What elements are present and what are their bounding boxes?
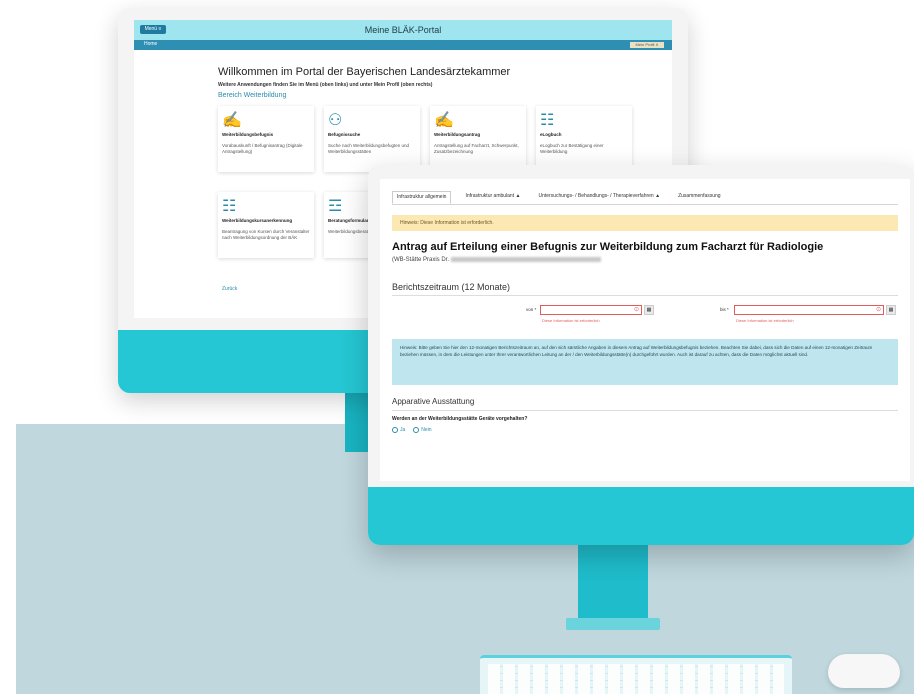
error-icon: ⊙	[875, 307, 881, 313]
welcome-heading: Willkommen im Portal der Bayerischen Lan…	[218, 66, 511, 78]
radio-label: Nein	[421, 427, 432, 433]
form-title: Antrag auf Erteilung einer Befugnis zur …	[392, 241, 824, 253]
warning-icon: ▲	[515, 193, 521, 199]
front-monitor: Infrastruktur allgemein Infrastruktur am…	[368, 165, 914, 545]
tab-infrastruktur-ambulant[interactable]: Infrastruktur ambulant ▲	[461, 191, 524, 204]
tile-title: eLogbuch	[540, 132, 562, 137]
tab-label: Untersuchungs- / Behandlungs- / Therapie…	[538, 193, 654, 199]
tile-desc: eLogbuch zur Bestätigung einer Weiterbil…	[540, 143, 604, 155]
checklist-icon: ☷	[540, 112, 555, 129]
tile-desc: Suche nach Weiterbildungsbefugten und We…	[328, 143, 409, 155]
front-monitor-chin	[368, 487, 914, 545]
people-icon: ⚇	[328, 112, 343, 129]
front-monitor-foot	[566, 618, 660, 630]
period-hint-box: Hinweis: Bitte geben Sie hier den 12-mon…	[392, 339, 898, 385]
tab-zusammenfassung[interactable]: Zusammenfassung	[674, 191, 725, 204]
tile-title: Weiterbildungskursanerkennung	[222, 218, 293, 223]
tile-weiterbildungsbefugnis[interactable]: ✍ Weiterbildungsbefugnis Vorabauskunft /…	[218, 106, 314, 172]
von-label: von *	[526, 307, 537, 312]
radio-yes[interactable]: Ja	[392, 427, 405, 433]
required-hint-banner: Hinweis: Diese Information ist erforderl…	[392, 215, 898, 231]
radio-circle[interactable]	[413, 427, 420, 433]
area-title: Bereich Weiterbildung	[218, 92, 287, 99]
tab-label: Infrastruktur allgemein	[397, 194, 447, 200]
scene: Menü ≡ Meine BLÄK-Portal Home Mein Profi…	[0, 0, 914, 694]
front-screen: Infrastruktur allgemein Infrastruktur am…	[380, 179, 910, 481]
keyboard-keys	[488, 664, 784, 694]
nav-home-link[interactable]: Home	[144, 41, 157, 47]
back-link[interactable]: Zurück	[222, 286, 237, 292]
hint-text: Weitere Anwendungen finden Sie im Menü (…	[218, 82, 433, 88]
calendar-icon[interactable]: ▦	[644, 305, 654, 315]
error-icon: ⊙	[633, 307, 639, 313]
equipment-radio-group: Ja Nein	[392, 427, 432, 433]
front-monitor-stand	[578, 545, 648, 625]
divider	[392, 295, 898, 296]
tile-title: Weiterbildungsbefugnis	[222, 132, 274, 137]
tab-untersuchungen[interactable]: Untersuchungs- / Behandlungs- / Therapie…	[534, 191, 664, 204]
bis-label: bis *	[720, 307, 729, 312]
signature-icon: ✍	[222, 112, 242, 129]
warning-icon: ▲	[655, 193, 661, 199]
form-tabs: Infrastruktur allgemein Infrastruktur am…	[392, 191, 898, 205]
mouse	[828, 654, 900, 688]
radio-circle[interactable]	[392, 427, 398, 433]
tile-desc: Vorabauskunft / Befugnisantrag (Digitale…	[222, 143, 303, 155]
tile-kursanerkennung[interactable]: ☷ Weiterbildungskursanerkennung Beantrag…	[218, 192, 314, 258]
radio-no[interactable]: Nein	[413, 427, 432, 433]
tile-title: Befugnissuche	[328, 132, 361, 137]
tile-desc: Beantragung von Kursen durch Veranstalte…	[222, 229, 310, 241]
signature-icon: ✍	[434, 112, 454, 129]
calendar-icon[interactable]: ▦	[886, 305, 896, 315]
equipment-question: Werden an der Weiterbildungsstätte Gerät…	[392, 416, 528, 422]
tile-weiterbildungsantrag[interactable]: ✍ Weiterbildungsantrag Antragstellung au…	[430, 106, 526, 172]
redacted-address	[451, 257, 602, 262]
bis-date-input[interactable]: ⊙	[734, 305, 884, 315]
tile-elogbuch[interactable]: ☷ eLogbuch eLogbuch zur Bestätigung eine…	[536, 106, 632, 172]
portal-title: Meine BLÄK-Portal	[364, 25, 442, 35]
profile-dropdown[interactable]: Mein Profil ∨	[630, 42, 664, 48]
bis-error-text: Diese Information ist erforderlich	[736, 318, 794, 323]
form-subtitle-text: (WB-Stätte Praxis Dr.	[392, 257, 450, 264]
tab-label: Zusammenfassung	[678, 193, 721, 199]
von-date-input[interactable]: ⊙	[540, 305, 642, 315]
section-period-title: Berichtszeitraum (12 Monate)	[392, 282, 511, 292]
tile-desc: Antragstellung auf Facharzt, Schwerpunkt…	[434, 143, 519, 155]
tab-infrastruktur-allgemein[interactable]: Infrastruktur allgemein	[392, 191, 452, 204]
checklist-icon: ☷	[222, 198, 237, 215]
von-error-text: Diese Information ist erforderlich	[542, 318, 600, 323]
section-equipment-title: Apparative Ausstattung	[392, 397, 475, 406]
tile-befugnissuche[interactable]: ⚇ Befugnissuche Suche nach Weiterbildung…	[324, 106, 420, 172]
portal-titlebar: Menü ≡ Meine BLÄK-Portal	[134, 20, 672, 40]
form-subtitle: (WB-Stätte Praxis Dr.	[392, 257, 602, 264]
tile-title: Weiterbildungsantrag	[434, 132, 481, 137]
tab-label: Infrastruktur ambulant	[465, 193, 515, 199]
divider	[392, 410, 898, 411]
portal-navbar: Home Mein Profil ∨	[134, 40, 672, 50]
keyboard	[480, 655, 792, 694]
radio-label: Ja	[400, 427, 406, 433]
